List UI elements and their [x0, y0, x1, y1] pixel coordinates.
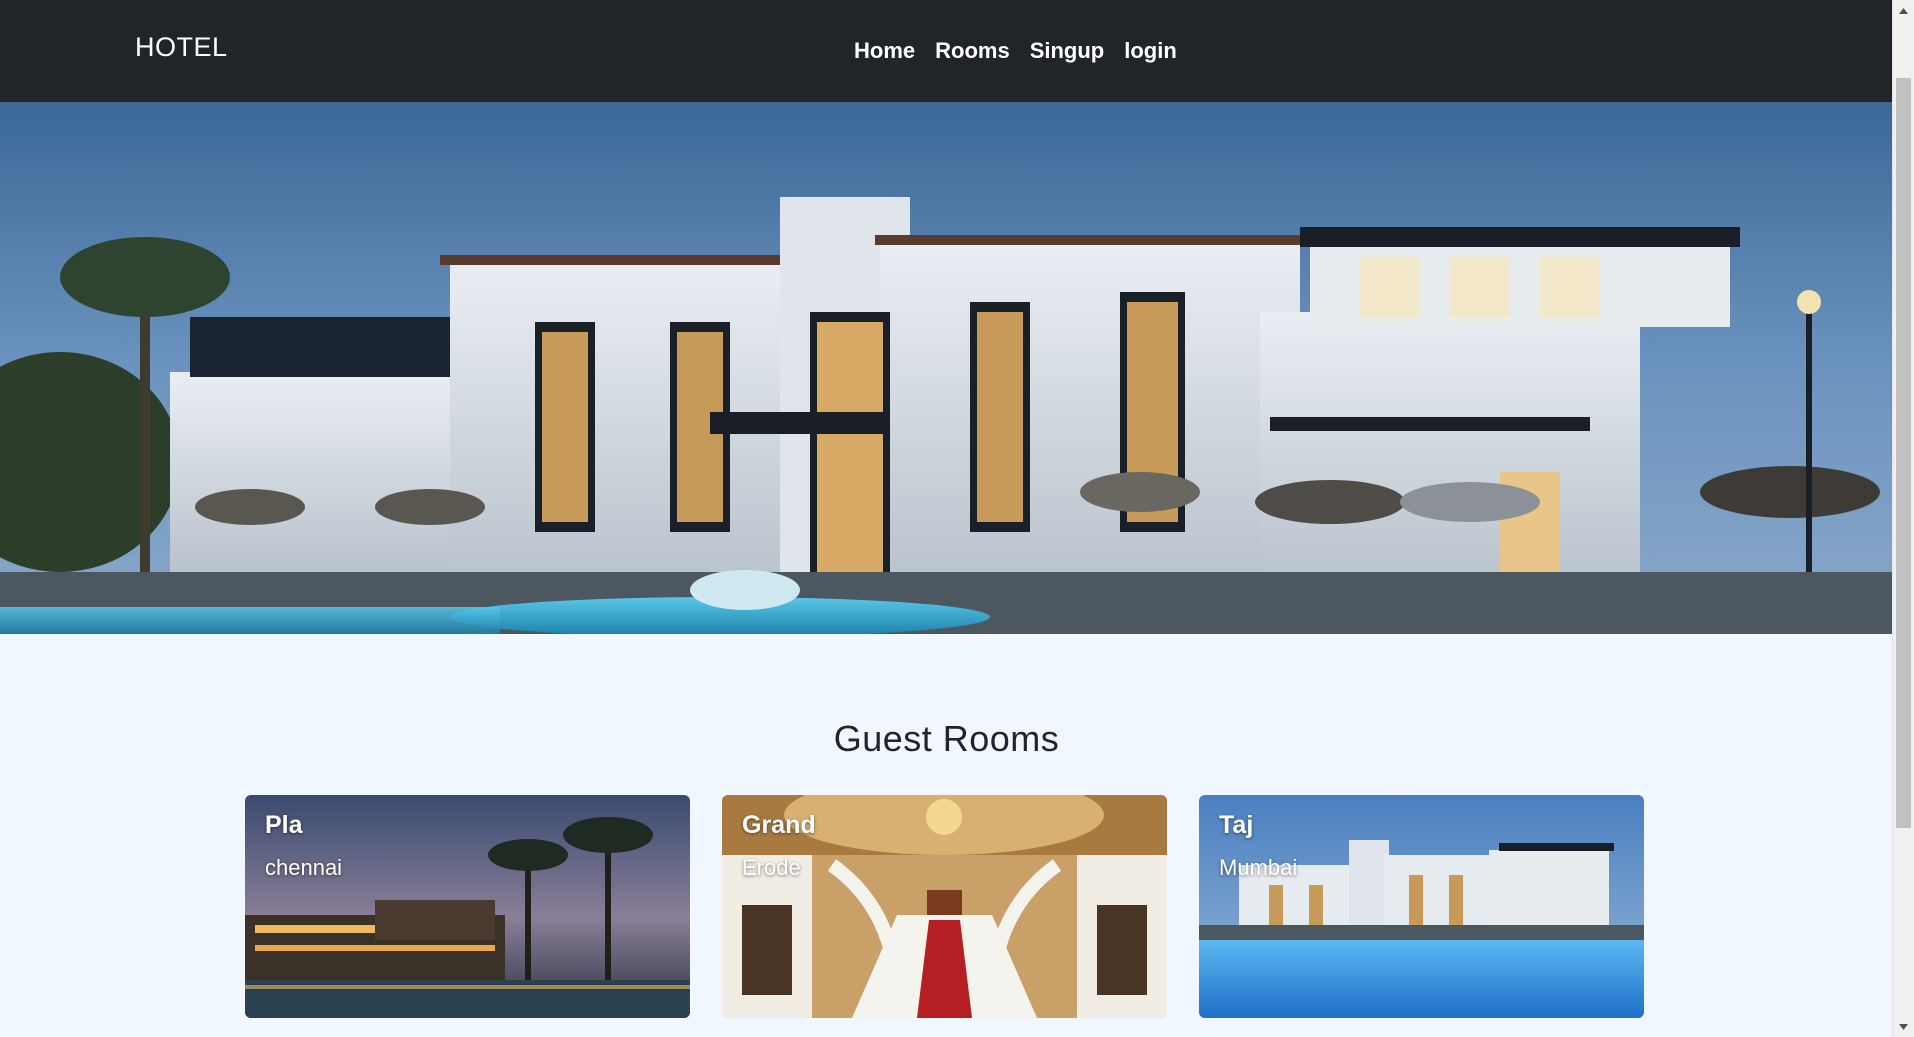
nav-link-signup[interactable]: Singup [1020, 36, 1115, 66]
navbar: HOTEL Home Rooms Singup login [0, 0, 1893, 102]
room-card-pla[interactable]: Pla chennai [245, 795, 690, 1018]
room-card-grand[interactable]: Grand Erode [722, 795, 1167, 1018]
brand-logo[interactable]: HOTEL [135, 32, 228, 63]
room-card-location: Erode [742, 855, 801, 880]
room-card-location: Mumbai [1219, 855, 1298, 880]
scroll-thumb[interactable] [1896, 78, 1911, 828]
room-card-name: Taj [1219, 811, 1254, 839]
scroll-up-arrow-icon[interactable] [1893, 2, 1914, 19]
room-cards: Pla chennai Grand Erode Taj Mumbai [245, 795, 1644, 1018]
guest-rooms-title: Guest Rooms [833, 718, 1060, 759]
nav-link-login[interactable]: login [1114, 36, 1187, 66]
hotel-pool-photo [1199, 795, 1644, 1018]
nav-links: Home Rooms Singup login [844, 36, 1187, 66]
nav-link-home[interactable]: Home [844, 36, 925, 66]
nav-link-rooms[interactable]: Rooms [925, 36, 1020, 66]
page: HOTEL Home Rooms Singup login Guest Room… [0, 0, 1914, 1037]
room-card-name: Pla [265, 811, 303, 839]
scrollbar[interactable] [1892, 0, 1914, 1037]
room-card-name: Grand [742, 811, 816, 839]
hero-image [0, 102, 1893, 634]
room-card-location: chennai [265, 855, 343, 880]
tropical-resort-photo [245, 795, 690, 1018]
room-card-taj[interactable]: Taj Mumbai [1199, 795, 1644, 1018]
scroll-down-arrow-icon[interactable] [1893, 1018, 1914, 1035]
